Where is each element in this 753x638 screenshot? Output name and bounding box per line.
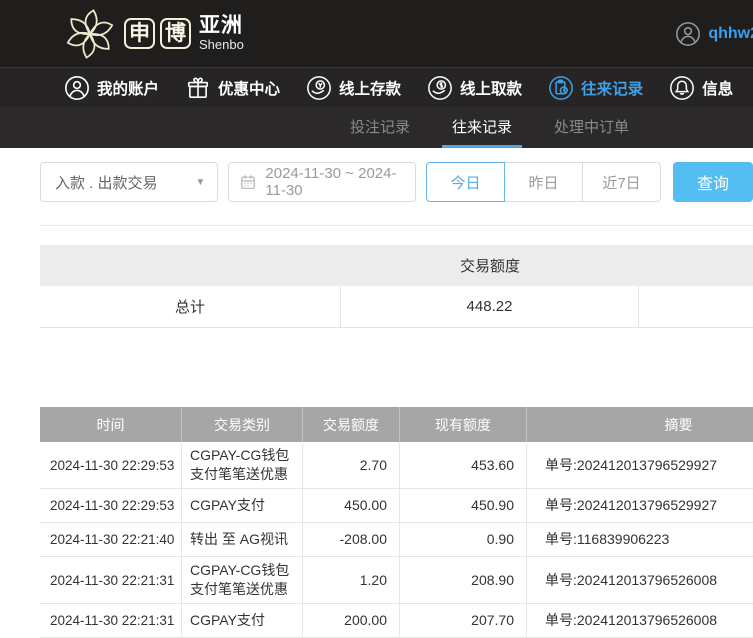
summary-header-row: 交易额度	[40, 245, 753, 286]
table-row: 2024-11-30 22:21:31 CGPAY支付 200.00 207.7…	[40, 604, 753, 638]
summary-total-value: 448.22	[341, 286, 639, 327]
cell-amount: -208.00	[303, 523, 400, 556]
table-header-row: 时间 交易类别 交易额度 现有额度 摘要	[40, 407, 753, 442]
summary-header-amount: 交易额度	[341, 255, 639, 276]
gift-icon	[185, 75, 211, 101]
cell-type: CGPAY-CG钱包支付笔笔送优惠	[182, 442, 303, 488]
header-balance: 现有额度	[400, 407, 527, 442]
top-header: 申 博 亚洲 Shenbo qhhw2	[0, 0, 753, 67]
withdraw-coin-icon	[427, 75, 453, 101]
header-time: 时间	[40, 407, 182, 442]
table-row: 2024-11-30 22:21:40 转出 至 AG视讯 -208.00 0.…	[40, 523, 753, 557]
date-range-input[interactable]: 2024-11-30 ~ 2024-11-30	[228, 162, 416, 202]
bell-icon	[669, 75, 695, 101]
cell-balance: 450.90	[400, 489, 527, 522]
nav-label: 往来记录	[581, 77, 643, 99]
summary-total-label: 总计	[40, 286, 341, 327]
nav-label: 线上存款	[339, 77, 401, 99]
user-account[interactable]: qhhw2	[675, 0, 753, 67]
cell-time: 2024-11-30 22:29:53	[40, 489, 182, 522]
cell-type: CGPAY支付	[182, 604, 303, 637]
cell-amount: 2.70	[303, 442, 400, 488]
tab-betting-records[interactable]: 投注记录	[340, 107, 420, 148]
cell-type: CGPAY支付	[182, 489, 303, 522]
tab-transaction-records[interactable]: 往来记录	[442, 107, 522, 148]
transaction-type-value: 入款 . 出款交易	[55, 172, 158, 193]
table-row: 2024-11-30 22:29:53 CGPAY-CG钱包支付笔笔送优惠 2.…	[40, 442, 753, 489]
date-range-value: 2024-11-30 ~ 2024-11-30	[265, 165, 405, 199]
table-row: 2024-11-30 22:21:31 CGPAY-CG钱包支付笔笔送优惠 1.…	[40, 557, 753, 604]
calendar-icon	[239, 173, 257, 191]
section-divider	[40, 225, 753, 226]
cell-summary: 单号:202412013796526008	[527, 557, 753, 603]
user-circle-icon	[675, 21, 701, 47]
cell-summary: 单号:202412013796529927	[527, 442, 753, 488]
yesterday-button[interactable]: 昨日	[504, 162, 583, 202]
deposit-coin-icon	[306, 75, 332, 101]
cell-amount: 450.00	[303, 489, 400, 522]
tab-processing-orders[interactable]: 处理中订单	[544, 107, 639, 148]
cell-balance: 453.60	[400, 442, 527, 488]
sub-nav: 投注记录 往来记录 处理中订单	[0, 107, 753, 148]
cell-time: 2024-11-30 22:21:40	[40, 523, 182, 556]
brand-region-label: 亚洲	[199, 15, 244, 37]
cell-balance: 207.70	[400, 604, 527, 637]
nav-label: 我的账户	[97, 77, 159, 99]
summary-table: 交易额度 总计 448.22	[40, 245, 753, 328]
summary-empty-cell	[639, 286, 753, 327]
cell-type: 转出 至 AG视讯	[182, 523, 303, 556]
username: qhhw2	[708, 25, 753, 43]
cell-balance: 208.90	[400, 557, 527, 603]
nav-item-promotions[interactable]: 优惠中心	[185, 75, 280, 101]
transactions-table: 时间 交易类别 交易额度 现有额度 摘要 2024-11-30 22:29:53…	[40, 407, 753, 638]
nav-item-online-deposit[interactable]: 线上存款	[306, 75, 401, 101]
nav-label: 线上取款	[460, 77, 522, 99]
logo-char-box-1: 申	[124, 18, 155, 49]
nav-item-transaction-records[interactable]: 往来记录	[548, 75, 643, 101]
main-nav: 我的账户 优惠中心 线上存款	[0, 67, 753, 107]
summary-total-row: 总计 448.22	[40, 286, 753, 328]
cell-amount: 200.00	[303, 604, 400, 637]
cell-summary: 单号:202412013796526008	[527, 604, 753, 637]
nav-item-my-account[interactable]: 我的账户	[64, 75, 159, 101]
table-row: 2024-11-30 22:29:53 CGPAY支付 450.00 450.9…	[40, 489, 753, 523]
cell-summary: 单号:202412013796529927	[527, 489, 753, 522]
nav-item-messages[interactable]: 信息	[669, 75, 733, 101]
header-amount: 交易额度	[303, 407, 400, 442]
last7days-button[interactable]: 近7日	[582, 162, 661, 202]
cell-time: 2024-11-30 22:29:53	[40, 442, 182, 488]
today-button[interactable]: 今日	[426, 162, 505, 202]
cell-amount: 1.20	[303, 557, 400, 603]
nav-item-online-withdraw[interactable]: 线上取款	[427, 75, 522, 101]
brand-subtitle: Shenbo	[199, 37, 244, 52]
user-icon	[64, 75, 90, 101]
logo-char-box-2: 博	[160, 18, 191, 49]
header-type: 交易类别	[182, 407, 303, 442]
cell-time: 2024-11-30 22:21:31	[40, 604, 182, 637]
cell-type: CGPAY-CG钱包支付笔笔送优惠	[182, 557, 303, 603]
transaction-type-select[interactable]: 入款 . 出款交易 ▼	[40, 162, 218, 202]
nav-label: 信息	[702, 77, 733, 99]
chevron-down-icon: ▼	[195, 177, 205, 188]
pinwheel-flower-icon	[62, 6, 118, 62]
quick-date-button-group: 今日 昨日 近7日	[426, 162, 661, 202]
records-clipboard-icon	[548, 75, 574, 101]
filter-bar: 入款 . 出款交易 ▼ 2024-11-30 ~ 2024-11-30 今日 昨…	[0, 148, 753, 206]
cell-summary: 单号:116839906223	[527, 523, 753, 556]
nav-label: 优惠中心	[218, 77, 280, 99]
cell-balance: 0.90	[400, 523, 527, 556]
brand-logo[interactable]: 申 博 亚洲 Shenbo	[62, 6, 244, 62]
cell-time: 2024-11-30 22:21:31	[40, 557, 182, 603]
header-summary: 摘要	[527, 407, 753, 442]
search-button[interactable]: 查询	[673, 162, 753, 202]
